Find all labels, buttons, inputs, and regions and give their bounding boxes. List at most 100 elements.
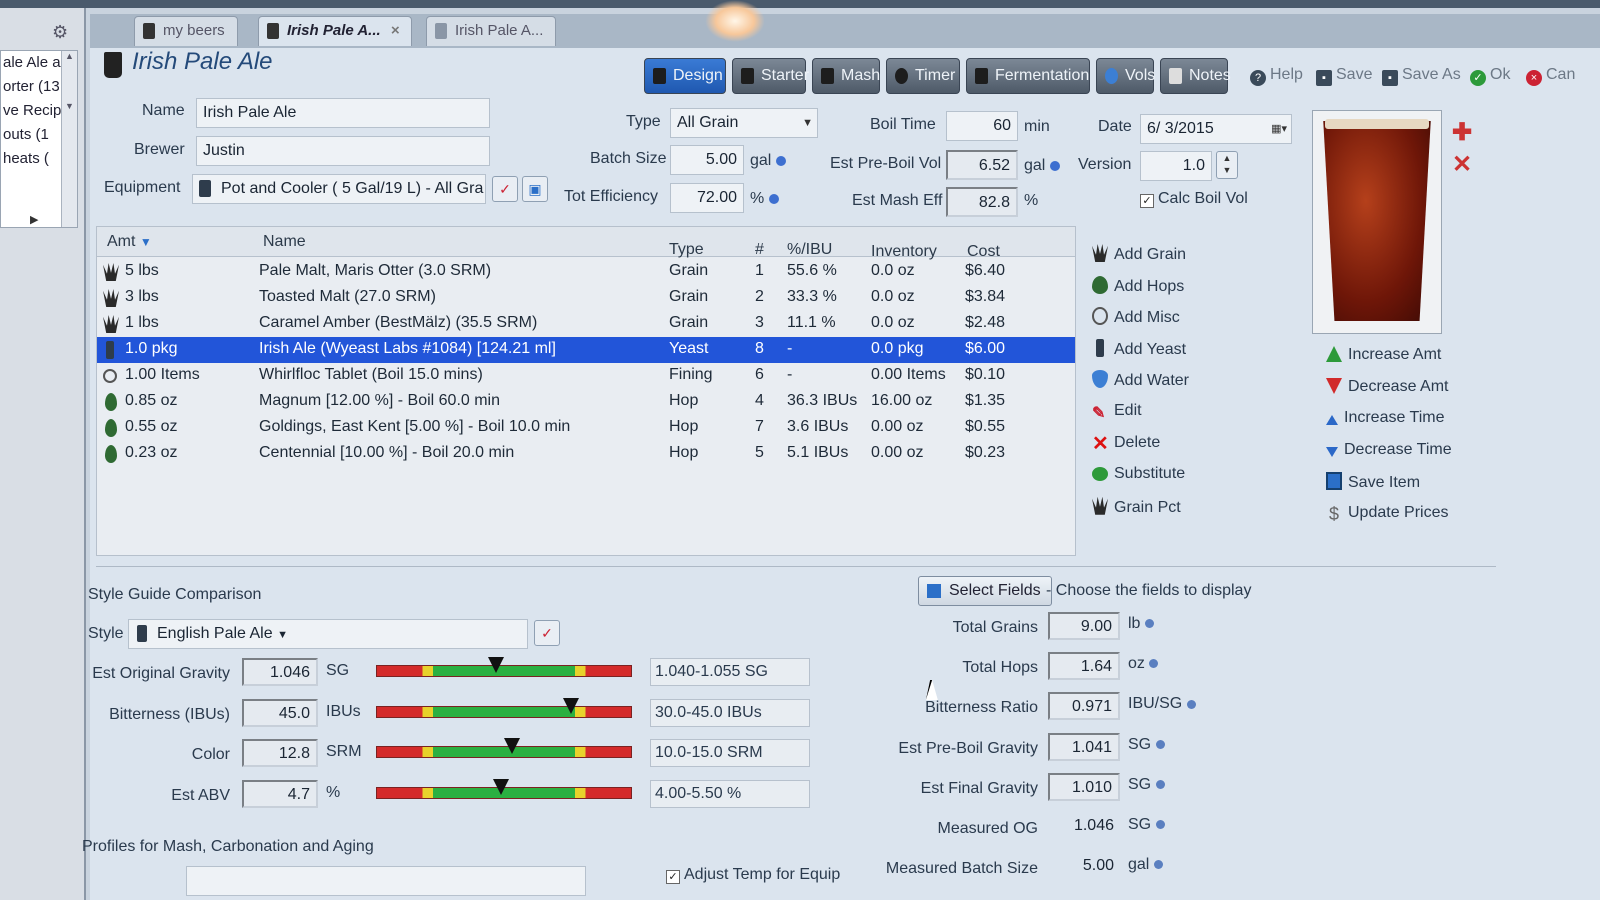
col-type[interactable]: Type [669, 241, 704, 259]
checkbox-checked-icon[interactable]: ✓ [1140, 194, 1154, 208]
checkbox-checked-icon[interactable]: ✓ [666, 870, 680, 884]
mash-button[interactable]: Mash [812, 58, 880, 94]
tree-scrollbar[interactable]: ▲ ▼ [61, 51, 77, 227]
add-icon[interactable]: ✚ [1452, 118, 1472, 147]
cell-type: Grain [669, 288, 709, 305]
boil-time-field[interactable]: 60 [946, 111, 1018, 141]
select-fields-button[interactable]: Select Fields [918, 576, 1052, 606]
col-amt[interactable]: Amt ▼ [107, 233, 152, 251]
tab-my-beers[interactable]: my beers [134, 16, 238, 46]
save-equipment-icon[interactable]: ▣ [522, 176, 548, 202]
recipe-tree[interactable]: ale Ale a orter (13 ve Recip outs (1 hea… [0, 50, 78, 228]
notes-button[interactable]: Notes [1160, 58, 1231, 94]
add-water-button[interactable]: Add Water [1092, 370, 1189, 390]
edit-button[interactable]: ✎ Edit [1092, 402, 1142, 422]
help-button[interactable]: ? Help [1250, 66, 1303, 86]
design-button[interactable]: Design [644, 58, 726, 94]
decrease-time-button[interactable]: Decrease Time [1326, 441, 1452, 459]
vols-button[interactable]: Vols [1096, 58, 1155, 94]
adjust-temp-checkbox[interactable]: ✓ Adjust Temp for Equip [666, 866, 840, 884]
ok-button[interactable]: ✓ Ok [1470, 66, 1510, 86]
table-row[interactable]: 1.0 pkg Irish Ale (Wyeast Labs #1084) [12… [97, 337, 1075, 363]
save-item-button[interactable]: Save Item [1326, 472, 1420, 492]
calendar-icon[interactable]: ▦▾ [1271, 115, 1287, 143]
table-row[interactable]: 5 lbs Pale Malt, Maris Otter (3.0 SRM) Gra… [97, 259, 1075, 285]
type-select[interactable]: All Grain ▼ [670, 108, 818, 138]
name-field[interactable]: Irish Pale Ale [196, 98, 490, 128]
info-dot-icon[interactable] [775, 155, 786, 166]
col-name[interactable]: Name [263, 233, 306, 251]
version-field[interactable]: 1.0 [1140, 151, 1212, 181]
increase-amt-button[interactable]: Increase Amt [1326, 346, 1441, 364]
table-row[interactable]: 1 lbs Caramel Amber (BestMälz) (35.5 SRM)… [97, 311, 1075, 337]
style-row-label: Est Original Gravity [92, 665, 230, 682]
table-row[interactable]: 0.55 oz Goldings, East Kent [5.00 %] - Bo… [97, 415, 1075, 441]
info-dot-icon[interactable] [1155, 820, 1165, 830]
batch-size-label: Batch Size [590, 150, 667, 167]
beer-foam [1325, 119, 1429, 129]
version-spinner[interactable]: ▲ ▼ [1216, 151, 1238, 179]
delete-button[interactable]: ✕ Delete [1092, 434, 1160, 454]
tab-irish-pale-ale[interactable]: Irish Pale A... [426, 16, 557, 46]
info-dot-icon[interactable] [1186, 699, 1196, 709]
yeast-icon [106, 341, 114, 359]
decrease-amt-button[interactable]: Decrease Amt [1326, 377, 1448, 396]
style-select[interactable]: English Pale Ale ▼ [128, 619, 528, 649]
style-range-text: 30.0-45.0 IBUs [650, 698, 810, 727]
save-button[interactable]: ▪ Save [1316, 66, 1372, 86]
add-yeast-button[interactable]: Add Yeast [1092, 338, 1186, 359]
edit-equipment-icon[interactable]: ✓ [492, 176, 518, 202]
tab-irish-pale-ale-active[interactable]: Irish Pale A... × [258, 16, 413, 46]
field-label: Total Grains [952, 619, 1038, 636]
cancel-button[interactable]: × Can [1526, 66, 1575, 86]
col-number[interactable]: # [755, 241, 764, 259]
info-dot-icon[interactable] [1049, 160, 1060, 171]
update-prices-button[interactable]: $ Update Prices [1326, 504, 1449, 523]
edit-style-icon[interactable]: ✓ [534, 620, 560, 646]
table-row[interactable]: 1.00 Items Whirlfloc Tablet (Boil 15.0 mi… [97, 363, 1075, 389]
style-row-unit: SG [326, 662, 350, 679]
calc-boil-vol-checkbox[interactable]: ✓ Calc Boil Vol [1140, 190, 1248, 208]
info-dot-icon[interactable] [768, 193, 779, 204]
starter-button[interactable]: Starter [732, 58, 809, 94]
info-dot-icon[interactable] [1149, 659, 1159, 669]
info-dot-icon[interactable] [1144, 619, 1154, 629]
style-value-marker [493, 778, 510, 795]
gear-icon[interactable]: ⚙ [52, 22, 68, 43]
col-pct-ibu[interactable]: %/IBU [787, 241, 832, 259]
add-misc-button[interactable]: Add Misc [1092, 307, 1180, 327]
brewer-label: Brewer [134, 141, 185, 158]
style-guide-heading: Style Guide Comparison [88, 586, 262, 603]
cell-num: 8 [755, 340, 764, 357]
increase-time-button[interactable]: Increase Time [1326, 409, 1444, 427]
table-row[interactable]: 0.85 oz Magnum [12.00 %] - Boil 60.0 min H… [97, 389, 1075, 415]
equipment-select[interactable]: Pot and Cooler ( 5 Gal/19 L) - All Gra [192, 174, 486, 204]
window-top-strip [0, 0, 1600, 8]
remove-icon[interactable]: ✕ [1452, 150, 1472, 179]
info-dot-icon[interactable] [1155, 780, 1165, 790]
cell-inv: 0.0 pkg [871, 340, 924, 357]
add-grain-button[interactable]: Add Grain [1092, 244, 1186, 264]
grain-pct-button[interactable]: Grain Pct [1092, 496, 1181, 517]
close-icon[interactable]: × [391, 22, 400, 39]
efficiency-field[interactable]: 72.00 [670, 183, 744, 213]
brewer-field[interactable]: Justin [196, 136, 490, 166]
ingredient-table[interactable]: Amt ▼ Name Type # %/IBU Inventory Cost 5… [96, 226, 1076, 556]
mash-profile-select[interactable] [186, 866, 586, 896]
batch-size-field[interactable]: 5.00 [670, 145, 744, 175]
grain-icon [103, 289, 119, 307]
table-row[interactable]: 0.23 oz Centennial [10.00 %] - Boil 20.0 … [97, 441, 1075, 467]
help-icon: ? [1250, 70, 1266, 86]
info-dot-icon[interactable] [1155, 739, 1165, 749]
substitute-button[interactable]: Substitute [1092, 465, 1185, 483]
fermentation-button[interactable]: Fermentation [966, 58, 1090, 94]
save-as-button[interactable]: ▪ Save As [1382, 66, 1461, 86]
table-row[interactable]: 3 lbs Toasted Malt (27.0 SRM) Grain 2 33.3 %… [97, 285, 1075, 311]
left-panel: ⚙ ale Ale a orter (13 ve Recip outs (1 h… [0, 8, 86, 900]
date-picker[interactable]: 6/ 3/2015 ▦▾ [1140, 114, 1292, 144]
expand-arrow-icon[interactable]: ▶ [30, 213, 38, 226]
add-hops-button[interactable]: Add Hops [1092, 275, 1184, 296]
timer-button[interactable]: Timer [886, 58, 960, 94]
info-dot-icon[interactable] [1153, 860, 1163, 870]
cell-type: Hop [669, 392, 699, 409]
